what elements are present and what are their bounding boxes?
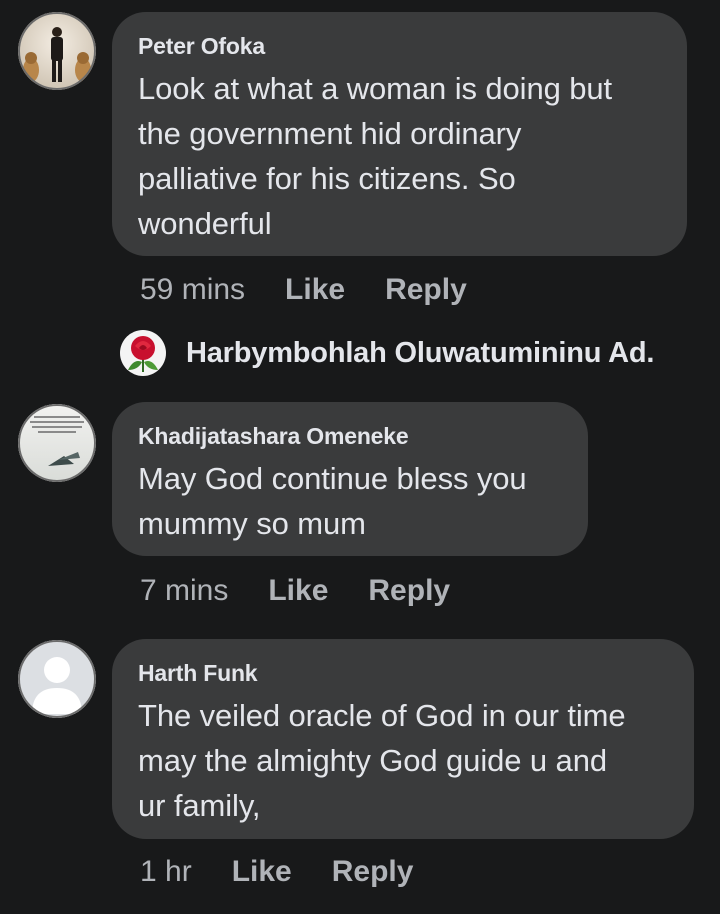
comment-actions: 1 hr Like Reply xyxy=(140,855,453,889)
default-user-avatar-icon xyxy=(18,640,96,718)
like-button[interactable]: Like xyxy=(268,574,328,608)
comment-actions: 7 mins Like Reply xyxy=(140,574,490,608)
comment-author[interactable]: Peter Ofoka xyxy=(138,32,661,60)
like-button[interactable]: Like xyxy=(285,273,345,307)
comment-timestamp[interactable]: 59 mins xyxy=(140,273,245,307)
comment-timestamp[interactable]: 1 hr xyxy=(140,855,192,889)
comment-text: Look at what a woman is doing but the go… xyxy=(138,71,613,241)
person-photo-avatar-icon xyxy=(18,12,96,90)
comment-author[interactable]: Harth Funk xyxy=(138,659,668,687)
commenter-avatar[interactable] xyxy=(18,404,96,482)
comment-actions: 59 mins Like Reply xyxy=(140,273,507,307)
commenter-avatar[interactable] xyxy=(18,12,96,90)
comment-bubble: Peter Ofoka Look at what a woman is doin… xyxy=(112,12,687,256)
comment-timestamp[interactable]: 7 mins xyxy=(140,574,228,608)
comment-text: May God continue bless you mummy so mum xyxy=(138,461,527,541)
reply-avatar xyxy=(120,330,166,376)
rose-avatar-icon xyxy=(120,330,166,376)
comment-author[interactable]: Khadijatashara Omeneke xyxy=(138,422,562,450)
commenter-avatar[interactable] xyxy=(18,640,96,718)
comment-bubble: Harth Funk The veiled oracle of God in o… xyxy=(112,639,694,839)
like-button[interactable]: Like xyxy=(232,855,292,889)
reply-button[interactable]: Reply xyxy=(385,273,467,307)
reply-button[interactable]: Reply xyxy=(368,574,450,608)
quote-photo-avatar-icon xyxy=(18,404,96,482)
comment-bubble: Khadijatashara Omeneke May God continue … xyxy=(112,402,588,556)
reply-button[interactable]: Reply xyxy=(332,855,414,889)
comment-text: The veiled oracle of God in our time may… xyxy=(138,698,626,823)
reply-author-name[interactable]: Harbymbohlah Oluwatumininu Ad. xyxy=(186,337,654,370)
reply-preview[interactable]: Harbymbohlah Oluwatumininu Ad. xyxy=(120,330,654,376)
